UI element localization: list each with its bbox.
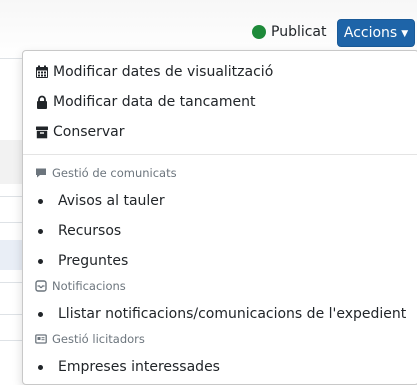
- menu-item-notice-board[interactable]: Avisos al tauler: [35, 189, 165, 213]
- bullet-icon: [38, 311, 43, 317]
- menu-item-interested-companies[interactable]: Empreses interessades: [35, 355, 220, 379]
- status-label: Publicat: [271, 24, 327, 40]
- menu-item-label: Conservar: [53, 124, 125, 140]
- actions-dropdown-menu: Modificar dates de visualització Modific…: [22, 50, 417, 385]
- menu-item-label: Recursos: [58, 223, 122, 239]
- status-badge: Publicat: [252, 20, 327, 44]
- archive-icon: [35, 125, 49, 139]
- section-header-label: Gestió licitadors: [52, 332, 145, 346]
- menu-divider: [23, 154, 417, 155]
- menu-item-list-notifications[interactable]: Llistar notificacions/comunicacions de l…: [35, 302, 406, 326]
- menu-item-conserve[interactable]: Conservar: [35, 120, 125, 144]
- id-card-icon: [35, 333, 47, 345]
- lock-icon: [35, 95, 49, 109]
- bullet-icon: [38, 258, 43, 264]
- actions-button-label: Accions: [343, 25, 398, 41]
- section-header-label: Gestió de comunicats: [52, 166, 177, 180]
- menu-item-label: Empreses interessades: [58, 359, 220, 375]
- comment-icon: [35, 167, 47, 179]
- bullet-icon: [38, 228, 43, 234]
- calendar-icon: [35, 65, 49, 79]
- menu-item-modify-display-dates[interactable]: Modificar dates de visualització: [35, 60, 273, 84]
- menu-item-modify-closing-date[interactable]: Modificar data de tancament: [35, 90, 256, 114]
- menu-item-label: Modificar dates de visualització: [53, 64, 274, 80]
- bullet-icon: [38, 198, 43, 204]
- section-header-bidders: Gestió licitadors: [35, 330, 145, 348]
- section-header-label: Notificacions: [52, 279, 126, 293]
- bullet-icon: [38, 364, 43, 370]
- menu-item-label: Llistar notificacions/comunicacions de l…: [58, 306, 407, 322]
- actions-dropdown-button[interactable]: Accions ▼: [337, 19, 415, 47]
- menu-item-questions[interactable]: Preguntes: [35, 249, 128, 273]
- caret-down-icon: ▼: [401, 28, 409, 39]
- menu-item-resources[interactable]: Recursos: [35, 219, 121, 243]
- envelope-open-icon: [35, 280, 47, 292]
- status-dot-icon: [252, 25, 266, 39]
- section-header-communications: Gestió de comunicats: [35, 164, 177, 182]
- menu-item-label: Avisos al tauler: [58, 193, 165, 209]
- menu-item-label: Preguntes: [58, 253, 129, 269]
- menu-item-label: Modificar data de tancament: [53, 94, 256, 110]
- section-header-notifications: Notificacions: [35, 277, 126, 295]
